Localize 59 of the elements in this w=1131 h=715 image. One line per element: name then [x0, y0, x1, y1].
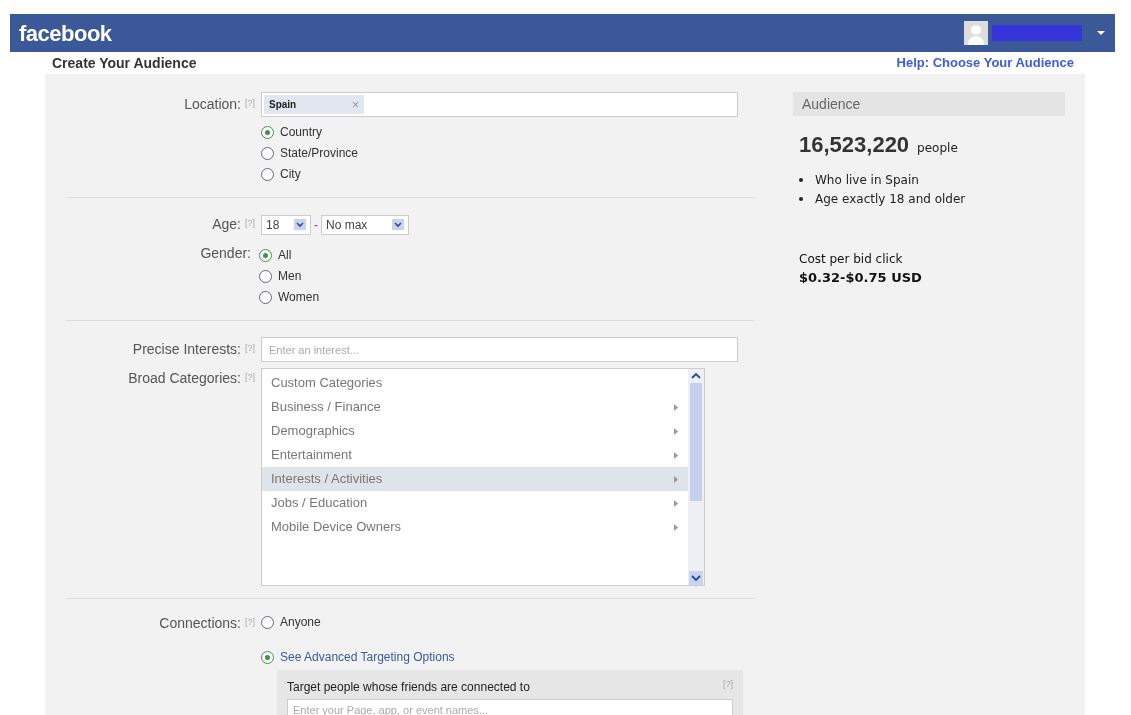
radio-label[interactable]: See Advanced Targeting Options — [280, 648, 455, 666]
chevron-right-icon — [674, 427, 678, 435]
category-item[interactable]: Custom Categories — [262, 371, 688, 395]
cost-label: Cost per bid click — [798, 251, 904, 268]
category-item[interactable]: Interests / Activities — [262, 467, 688, 491]
radio-button[interactable] — [259, 248, 272, 262]
location-token[interactable]: Spain × — [264, 95, 364, 114]
radio-label[interactable]: Men — [278, 267, 302, 285]
category-item[interactable]: Entertainment — [262, 443, 688, 467]
chevron-right-icon — [674, 451, 678, 459]
radio-label[interactable]: All — [278, 246, 292, 264]
radio-button[interactable] — [259, 290, 272, 304]
field-label: Precise Interests: — [132, 340, 241, 359]
age-min-select[interactable]: 18 — [261, 214, 311, 235]
chevron-right-icon — [674, 403, 678, 411]
dropdown-icon — [294, 219, 306, 230]
page-title: Create Your Audience — [52, 53, 197, 73]
help-link[interactable]: Help: Choose Your Audience — [896, 53, 1074, 73]
scroll-down-icon[interactable] — [689, 571, 703, 585]
field-label: Gender: — [200, 244, 251, 263]
chevron-right-icon — [674, 523, 678, 531]
dropdown-icon — [392, 219, 404, 230]
radio-button[interactable] — [261, 167, 274, 181]
category-item[interactable]: Mobile Device Owners — [262, 515, 688, 539]
logo[interactable]: facebook — [19, 16, 112, 50]
radio-button[interactable] — [259, 269, 272, 283]
radio-label[interactable]: City — [280, 165, 301, 183]
interest-field[interactable]: Enter an interest... — [261, 337, 738, 362]
audience-criterion: Who live in Spain — [815, 172, 919, 189]
field-label: Location: — [184, 95, 241, 114]
radio-label[interactable]: Anyone — [280, 613, 321, 631]
audience-header: Audience — [793, 92, 1065, 116]
location-field[interactable]: Spain × — [261, 92, 738, 117]
cost-value: $0.32-$0.75 USD — [798, 269, 923, 287]
bullet-icon — [799, 197, 803, 201]
field-label: Connections: — [159, 614, 241, 633]
radio-button[interactable] — [261, 125, 274, 139]
panel-title: Target people whose friends are connected to — [287, 679, 530, 696]
radio-label[interactable]: State/Province — [280, 144, 359, 162]
category-item[interactable]: Jobs / Education — [262, 491, 688, 515]
chevron-right-icon — [674, 499, 678, 507]
bullet-icon — [799, 178, 803, 182]
field-label: Broad Categories: — [128, 369, 241, 388]
scrollbar[interactable] — [688, 369, 704, 585]
category-item[interactable]: Business / Finance — [262, 395, 688, 419]
range-separator: - — [314, 216, 318, 234]
audience-criterion: Age exactly 18 and older — [815, 191, 966, 208]
radio-label[interactable]: Country — [280, 123, 323, 141]
radio-label[interactable]: Women — [278, 288, 320, 306]
radio-button[interactable] — [261, 650, 274, 664]
caret-icon[interactable] — [1096, 30, 1106, 36]
audience-unit: people — [917, 140, 958, 157]
category-item[interactable]: Demographics — [262, 419, 688, 443]
radio-button[interactable] — [261, 146, 274, 160]
age-max-select[interactable]: No max — [321, 214, 409, 235]
field-label: Age: — [212, 215, 241, 234]
audience-count: 16,523,220 — [799, 131, 910, 159]
chevron-right-icon — [674, 475, 678, 483]
radio-button[interactable] — [261, 615, 274, 629]
